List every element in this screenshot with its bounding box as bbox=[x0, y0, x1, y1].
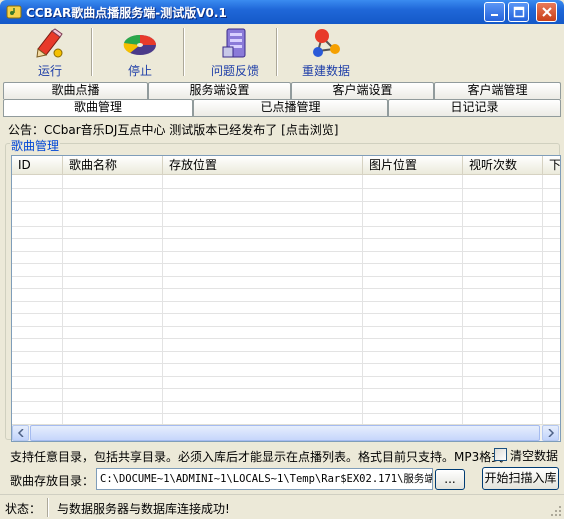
feedback-icon bbox=[222, 28, 246, 58]
tab-log-records[interactable]: 日记记录 bbox=[388, 99, 561, 116]
tab-client-management[interactable]: 客户端管理 bbox=[434, 82, 561, 99]
tab-client-settings[interactable]: 客户端设置 bbox=[291, 82, 434, 99]
scroll-left-button[interactable] bbox=[12, 425, 29, 441]
window-title: CCBAR歌曲点播服务端-测试版V0.1 bbox=[26, 6, 227, 20]
horizontal-scrollbar[interactable] bbox=[12, 424, 560, 441]
table-row-divider bbox=[12, 326, 560, 327]
clear-data-checkbox[interactable] bbox=[494, 448, 507, 461]
molecule-icon bbox=[313, 29, 340, 57]
close-button[interactable] bbox=[536, 2, 557, 22]
resize-grip-icon[interactable] bbox=[550, 505, 562, 517]
table-row-divider bbox=[12, 351, 560, 352]
tab-row-2: 歌曲管理 已点播管理 日记记录 bbox=[3, 99, 561, 116]
minimize-button[interactable] bbox=[484, 2, 505, 22]
toolbar-separator bbox=[91, 28, 93, 76]
tab-row-1: 歌曲点播 服务端设置 客户端设置 客户端管理 bbox=[3, 82, 561, 99]
run-button[interactable]: 运行 bbox=[25, 25, 75, 80]
tab-song-management[interactable]: 歌曲管理 bbox=[3, 99, 193, 116]
table-row-divider bbox=[12, 276, 560, 277]
scrollbar-thumb[interactable] bbox=[30, 425, 540, 441]
table-row-divider bbox=[12, 238, 560, 239]
run-label: 运行 bbox=[37, 64, 62, 78]
clear-data-label[interactable]: 清空数据 bbox=[510, 447, 558, 464]
group-title: 歌曲管理 bbox=[10, 137, 61, 154]
close-icon bbox=[541, 7, 552, 17]
table-row-divider bbox=[12, 201, 560, 202]
arrow-right-icon bbox=[547, 429, 554, 437]
column-header-song-name[interactable]: 歌曲名称 bbox=[63, 156, 163, 175]
tab-panel-border bbox=[3, 116, 561, 117]
start-scan-button[interactable]: 开始扫描入库 bbox=[482, 467, 559, 490]
announcement-link[interactable]: 公告：CCbar音乐DJ互点中心 测试版本已经发布了 [点击浏览] bbox=[8, 121, 338, 138]
maximize-icon bbox=[513, 6, 524, 18]
stop-button[interactable]: 停止 bbox=[113, 25, 167, 80]
support-info-text: 支持任意目录，包括共享目录。必须入库后才能显示在点播列表。格式目前只支持。MP3… bbox=[10, 450, 504, 464]
directory-path-input[interactable]: C:\DOCUME~1\ADMINI~1\LOCALS~1\Temp\Rar$E… bbox=[96, 468, 433, 490]
directory-label: 歌曲存放目录： bbox=[10, 474, 95, 488]
column-header-download[interactable]: 下载 bbox=[543, 156, 560, 175]
toolbar-separator bbox=[183, 28, 185, 76]
column-header-id[interactable]: ID bbox=[12, 156, 63, 175]
table-header: ID 歌曲名称 存放位置 图片位置 视听次数 下载 bbox=[12, 156, 560, 175]
table-row-divider bbox=[12, 226, 560, 227]
column-header-location[interactable]: 存放位置 bbox=[163, 156, 363, 175]
tab-server-settings[interactable]: 服务端设置 bbox=[148, 82, 291, 99]
disc-stop-icon bbox=[123, 34, 156, 55]
minimize-icon bbox=[490, 14, 498, 16]
table-row-divider bbox=[12, 251, 560, 252]
table-row-divider bbox=[12, 376, 560, 377]
stop-label: 停止 bbox=[127, 64, 152, 78]
status-label: 状态： bbox=[5, 502, 42, 516]
tab-played-management[interactable]: 已点播管理 bbox=[193, 99, 388, 116]
table-row-divider bbox=[12, 363, 560, 364]
rebuild-data-label: 重建数据 bbox=[301, 64, 350, 78]
status-separator bbox=[47, 498, 49, 517]
tab-song-request[interactable]: 歌曲点播 bbox=[3, 82, 148, 99]
rebuild-data-button[interactable]: 重建数据 bbox=[297, 25, 355, 80]
browse-button[interactable]: ... bbox=[435, 469, 465, 490]
table-row-divider bbox=[12, 263, 560, 264]
status-text: 与数据服务器与数据库连接成功! bbox=[57, 502, 230, 516]
table-row-divider bbox=[12, 301, 560, 302]
scroll-right-button[interactable] bbox=[542, 425, 559, 441]
table-row-divider bbox=[12, 213, 560, 214]
pencil-run-icon bbox=[36, 28, 63, 58]
maximize-button[interactable] bbox=[508, 2, 529, 22]
feedback-label: 问题反馈 bbox=[210, 64, 259, 78]
table-row-divider bbox=[12, 413, 560, 414]
table-row-divider bbox=[12, 338, 560, 339]
title-bar[interactable]: CCBAR歌曲点播服务端-测试版V0.1 bbox=[0, 0, 564, 24]
song-list-table[interactable]: ID 歌曲名称 存放位置 图片位置 视听次数 下载 bbox=[11, 155, 561, 442]
table-row-divider bbox=[12, 188, 560, 189]
status-bar: 状态： 与数据服务器与数据库连接成功! bbox=[0, 494, 564, 519]
arrow-left-icon bbox=[17, 429, 24, 437]
column-header-image-location[interactable]: 图片位置 bbox=[363, 156, 463, 175]
toolbar-separator bbox=[276, 28, 278, 76]
table-row-divider bbox=[12, 388, 560, 389]
table-row-divider bbox=[12, 313, 560, 314]
table-row-divider bbox=[12, 401, 560, 402]
app-icon bbox=[6, 5, 22, 19]
toolbar: 运行 停止 问题反馈 重建数据 bbox=[3, 25, 561, 80]
feedback-button[interactable]: 问题反馈 bbox=[205, 25, 265, 80]
column-header-play-count[interactable]: 视听次数 bbox=[463, 156, 543, 175]
table-row-divider bbox=[12, 288, 560, 289]
